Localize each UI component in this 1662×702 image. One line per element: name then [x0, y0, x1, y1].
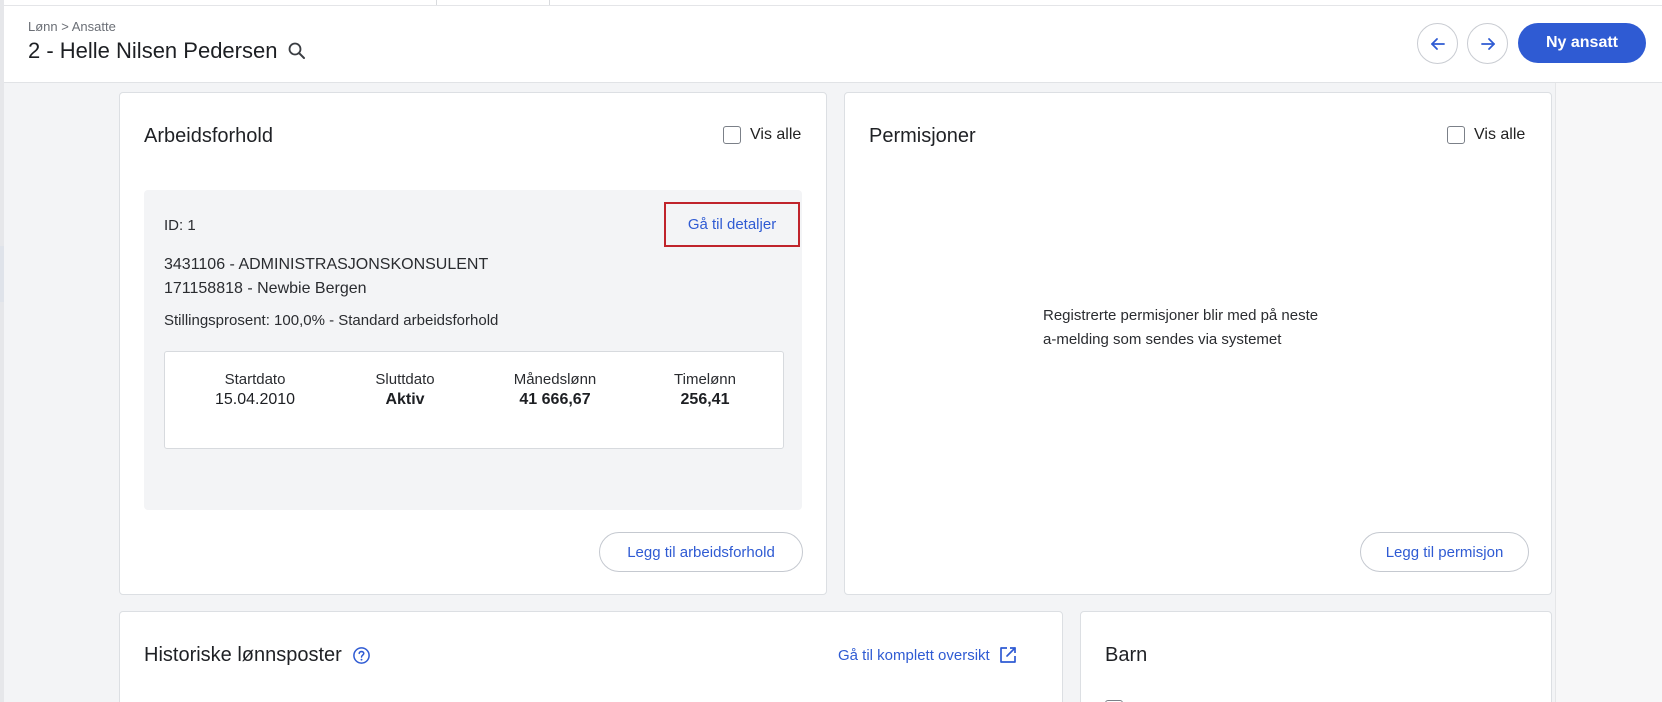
next-employee-button[interactable] [1467, 23, 1508, 64]
show-all-checkbox[interactable] [1447, 126, 1465, 144]
help-icon[interactable] [352, 646, 371, 665]
show-all-checkbox[interactable] [723, 126, 741, 144]
children-title: Barn [1105, 644, 1148, 666]
employment-title: Arbeidsforhold [144, 125, 273, 147]
leave-show-all[interactable]: Vis alle [1447, 126, 1525, 144]
full-overview-link[interactable]: Gå til komplett oversikt [838, 645, 1018, 665]
salary-history-title: Historiske lønnsposter [144, 644, 342, 666]
stat-label: Månedslønn [513, 371, 597, 388]
children-card: Barn [1080, 611, 1552, 702]
right-rail [1555, 0, 1662, 702]
stat-hourly-wage: Timelønn 256,41 [635, 371, 775, 409]
page-title-row: 2 - Helle Nilsen Pedersen [28, 38, 307, 64]
stat-value: 256,41 [680, 391, 730, 408]
stat-label: Sluttdato [375, 371, 435, 388]
page-header: Lønn > Ansatte 2 - Helle Nilsen Pedersen… [4, 0, 1662, 83]
add-leave-button[interactable]: Legg til permisjon [1360, 532, 1529, 572]
page-title: 2 - Helle Nilsen Pedersen [28, 38, 278, 63]
employment-stats: Startdato 15.04.2010 Sluttdato Aktiv Mån… [164, 351, 784, 449]
show-all-label: Vis alle [1474, 126, 1526, 143]
leave-card: Permisjoner Vis alle Registrerte permisj… [844, 92, 1552, 595]
left-rail [0, 0, 4, 702]
stat-label: Timelønn [674, 371, 736, 388]
organization-line: 171158818 - Newbie Bergen [164, 280, 367, 297]
tab-divider [549, 0, 550, 5]
stat-end-date: Sluttdato Aktiv [335, 371, 475, 409]
stat-label: Startdato [224, 371, 286, 388]
stat-value: 15.04.2010 [214, 391, 296, 408]
leave-title: Permisjoner [869, 125, 976, 147]
left-rail-indicator [0, 246, 4, 302]
tab-divider [436, 0, 437, 5]
employment-id: ID: 1 [164, 217, 196, 234]
employment-show-all[interactable]: Vis alle [723, 126, 801, 144]
previous-employee-button[interactable] [1417, 23, 1458, 64]
arrow-right-icon [1480, 37, 1495, 50]
stat-value: 41 666,67 [519, 391, 591, 408]
new-employee-button[interactable]: Ny ansatt [1518, 23, 1646, 63]
show-all-label: Vis alle [750, 126, 802, 143]
breadcrumb[interactable]: Lønn > Ansatte [28, 19, 116, 34]
external-link-icon [999, 647, 1016, 663]
percent-line: Stillingsprosent: 100,0% - Standard arbe… [164, 312, 499, 329]
position-line: 3431106 - ADMINISTRASJONSKONSULENT [164, 256, 489, 273]
salary-history-title-row: Historiske lønnsposter [144, 644, 371, 667]
full-overview-label: Gå til komplett oversikt [838, 646, 990, 664]
employment-card: Arbeidsforhold Vis alle ID: 1 Gå til det… [119, 92, 827, 595]
arrow-left-icon [1430, 37, 1445, 50]
stat-value: Aktiv [385, 391, 425, 408]
leave-info-text: Registrerte permisjoner blir med på nest… [1043, 307, 1319, 348]
employment-item: ID: 1 Gå til detaljer 3431106 - ADMINIST… [144, 190, 802, 510]
stat-start-date: Startdato 15.04.2010 [185, 371, 325, 409]
stat-monthly-salary: Månedslønn 41 666,67 [485, 371, 625, 409]
top-tab-strip [4, 0, 1662, 6]
add-employment-button[interactable]: Legg til arbeidsforhold [599, 532, 803, 572]
salary-history-card: Historiske lønnsposter Gå til komplett o… [119, 611, 1063, 702]
search-icon[interactable] [287, 41, 307, 61]
go-to-details-link[interactable]: Gå til detaljer [664, 202, 800, 247]
